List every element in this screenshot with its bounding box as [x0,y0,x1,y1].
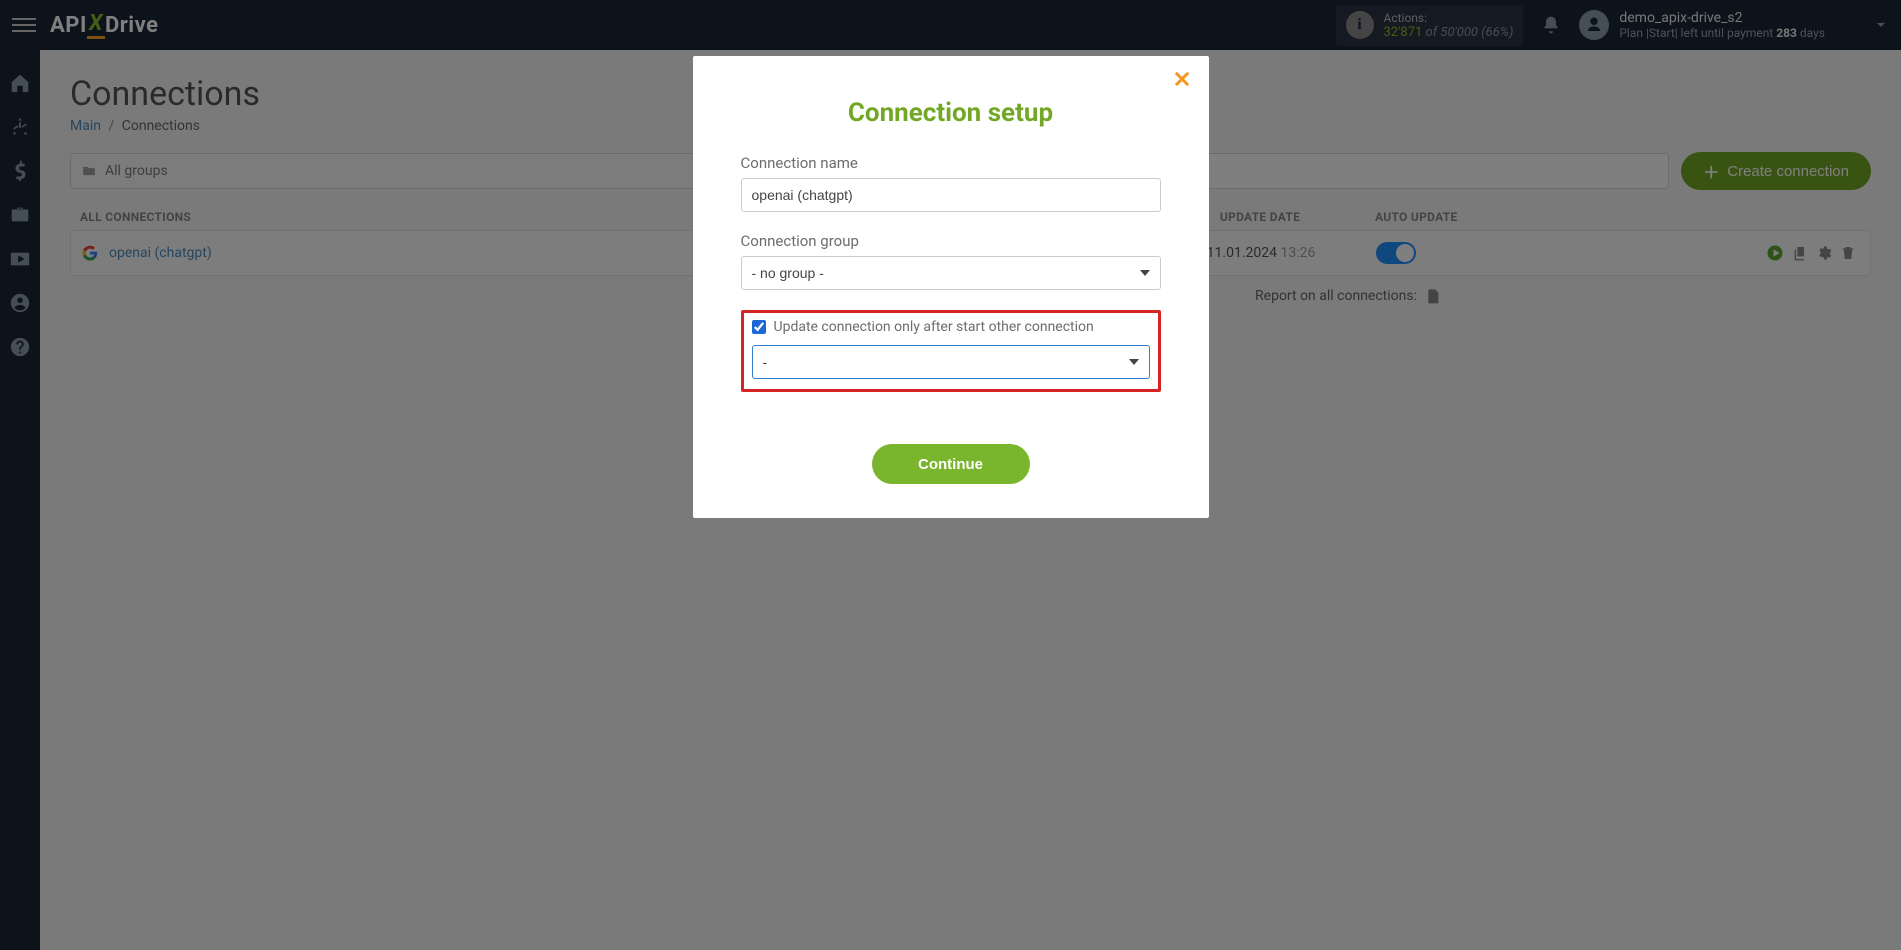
connection-setup-modal: Connection setup Connection name Connect… [693,56,1209,518]
connection-name-label: Connection name [741,154,1161,172]
connection-name-group: Connection name [741,154,1161,212]
modal-overlay[interactable]: Connection setup Connection name Connect… [0,0,1901,950]
connection-group-select[interactable]: - no group - [741,256,1161,290]
connection-group-group: Connection group - no group - [741,232,1161,290]
continue-button[interactable]: Continue [872,444,1030,484]
dependency-highlight-box: Update connection only after start other… [741,310,1161,392]
connection-name-input[interactable] [741,178,1161,212]
dependency-checkbox-row[interactable]: Update connection only after start other… [752,319,1150,335]
connection-group-label: Connection group [741,232,1161,250]
modal-title: Connection setup [741,98,1161,128]
close-icon [1173,70,1191,88]
dependency-checkbox[interactable] [752,320,766,334]
dependency-checkbox-label: Update connection only after start other… [774,319,1094,335]
modal-close-button[interactable] [1173,70,1191,92]
dependency-connection-select[interactable]: - [752,345,1150,379]
